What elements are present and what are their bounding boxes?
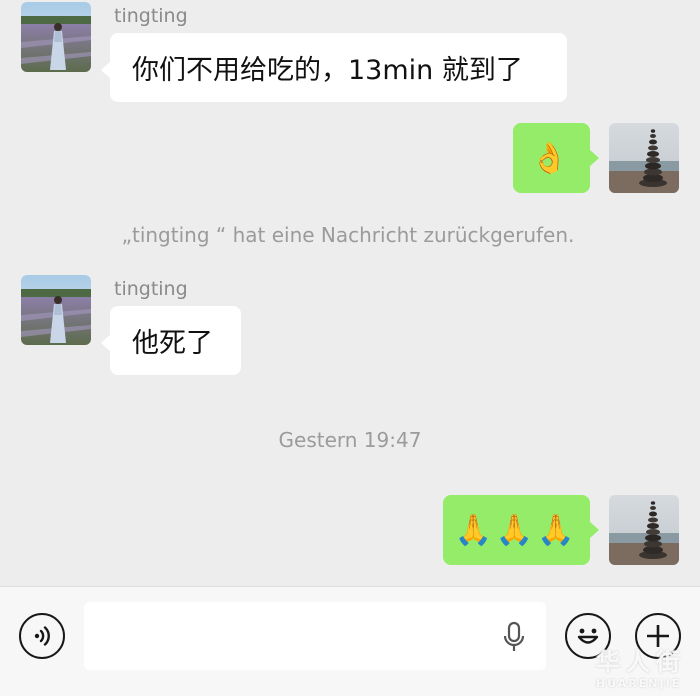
ok-hand-emoji: 👌 [530,140,573,176]
message-text: 你们不用给吃的，13min 就到了 [132,55,523,86]
outgoing-message-bubble[interactable]: 🙏🙏🙏 [443,495,599,565]
watermark-text: HUARENJIE [596,677,682,690]
sender-name: tingting [114,278,188,300]
input-bar: 华人街 HUARENJIE [0,586,700,696]
incoming-message-bubble[interactable]: 你们不用给吃的，13min 就到了 [101,33,567,102]
chat-area: tingting 你们不用给吃的，13min 就到了 👌 „tingting “… [0,0,700,586]
voice-toggle-icon [34,626,50,646]
my-avatar[interactable] [609,123,679,193]
incoming-message-bubble[interactable]: 他死了 [101,306,241,375]
folded-hands-emoji: 🙏🙏🙏 [454,512,579,548]
message-text: 他死了 [132,328,213,359]
recall-notice: „tingting “ hat eine Nachricht zurückger… [121,223,575,247]
timestamp: Gestern 19:47 [278,428,422,452]
outgoing-message-bubble[interactable]: 👌 [513,123,599,193]
my-avatar[interactable] [609,495,679,565]
microphone-icon[interactable] [500,621,528,653]
contact-avatar[interactable] [21,275,91,345]
message-input[interactable] [84,602,546,670]
sender-name: tingting [114,5,188,27]
voice-toggle-button[interactable] [19,613,65,659]
contact-avatar[interactable] [21,2,91,72]
watermark-logo: 华人街 [596,648,686,676]
watermark: 华人街 HUARENJIE [596,642,686,690]
